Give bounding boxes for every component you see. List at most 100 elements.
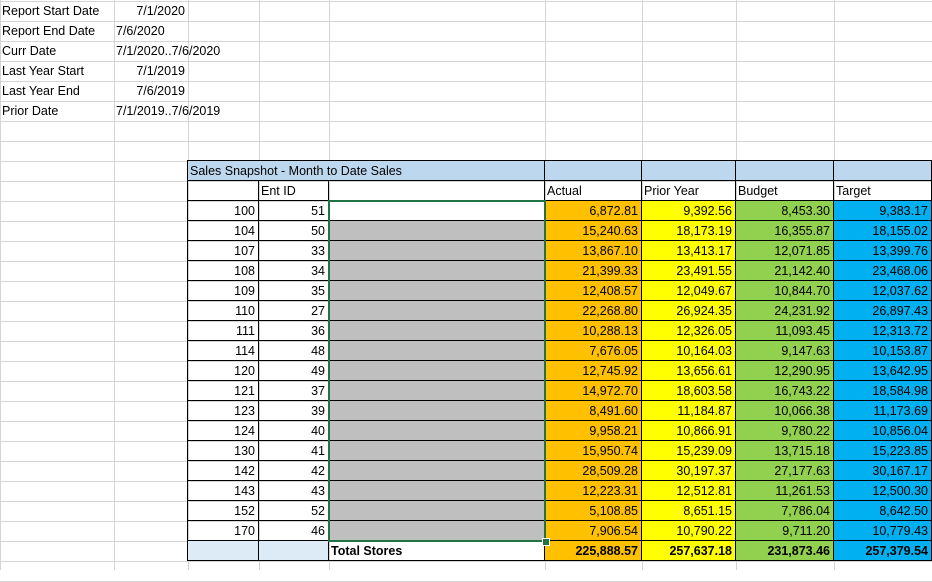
prior-year-value[interactable]: 18,173.19	[642, 221, 736, 241]
store-number[interactable]: 111	[188, 321, 259, 341]
header-prior-year[interactable]: Prior Year	[642, 181, 736, 201]
ent-id[interactable]: 49	[259, 361, 329, 381]
total-prior-year[interactable]: 257,637.18	[642, 541, 736, 561]
budget-value[interactable]: 9,147.63	[736, 341, 834, 361]
budget-value[interactable]: 21,142.40	[736, 261, 834, 281]
actual-value[interactable]: 15,240.63	[545, 221, 642, 241]
ent-id[interactable]: 40	[259, 421, 329, 441]
header-actual[interactable]: Actual	[545, 181, 642, 201]
total-actual[interactable]: 225,888.57	[545, 541, 642, 561]
actual-value[interactable]: 10,288.13	[545, 321, 642, 341]
target-value[interactable]: 23,468.06	[834, 261, 932, 281]
param-value[interactable]: 7/1/2019	[114, 61, 188, 81]
ent-id[interactable]: 41	[259, 441, 329, 461]
actual-value[interactable]: 8,491.60	[545, 401, 642, 421]
target-value[interactable]: 9,383.17	[834, 201, 932, 221]
store-number[interactable]: 170	[188, 521, 259, 541]
prior-year-value[interactable]: 12,326.05	[642, 321, 736, 341]
header-blank[interactable]	[329, 181, 545, 201]
store-number[interactable]: 114	[188, 341, 259, 361]
target-value[interactable]: 13,642.95	[834, 361, 932, 381]
actual-value[interactable]: 6,872.81	[545, 201, 642, 221]
target-value[interactable]: 18,155.02	[834, 221, 932, 241]
budget-value[interactable]: 11,261.53	[736, 481, 834, 501]
actual-value[interactable]: 12,408.57	[545, 281, 642, 301]
prior-year-value[interactable]: 30,197.37	[642, 461, 736, 481]
target-value[interactable]: 11,173.69	[834, 401, 932, 421]
target-value[interactable]: 12,037.62	[834, 281, 932, 301]
target-value[interactable]: 10,153.87	[834, 341, 932, 361]
ent-id[interactable]: 39	[259, 401, 329, 421]
prior-year-value[interactable]: 12,049.67	[642, 281, 736, 301]
target-value[interactable]: 15,223.85	[834, 441, 932, 461]
budget-value[interactable]: 7,786.04	[736, 501, 834, 521]
prior-year-value[interactable]: 8,651.15	[642, 501, 736, 521]
budget-value[interactable]: 24,231.92	[736, 301, 834, 321]
prior-year-value[interactable]: 15,239.09	[642, 441, 736, 461]
totals-ent[interactable]	[259, 541, 329, 561]
target-value[interactable]: 10,856.04	[834, 421, 932, 441]
actual-value[interactable]: 14,972.70	[545, 381, 642, 401]
store-number[interactable]: 130	[188, 441, 259, 461]
header-store[interactable]	[188, 181, 259, 201]
total-budget[interactable]: 231,873.46	[736, 541, 834, 561]
header-ent-id[interactable]: Ent ID	[259, 181, 329, 201]
totals-store[interactable]	[188, 541, 259, 561]
target-value[interactable]: 13,399.76	[834, 241, 932, 261]
ent-id[interactable]: 33	[259, 241, 329, 261]
budget-value[interactable]: 13,715.18	[736, 441, 834, 461]
param-value[interactable]: 7/6/2019	[114, 81, 188, 101]
prior-year-value[interactable]: 9,392.56	[642, 201, 736, 221]
totals-label[interactable]: Total Stores	[329, 541, 545, 561]
store-number[interactable]: 152	[188, 501, 259, 521]
store-number[interactable]: 110	[188, 301, 259, 321]
ent-id[interactable]: 51	[259, 201, 329, 221]
header-target[interactable]: Target	[834, 181, 932, 201]
target-value[interactable]: 12,500.30	[834, 481, 932, 501]
store-number[interactable]: 120	[188, 361, 259, 381]
prior-year-value[interactable]: 10,164.03	[642, 341, 736, 361]
budget-value[interactable]: 10,066.38	[736, 401, 834, 421]
header-budget[interactable]: Budget	[736, 181, 834, 201]
table-title-fill[interactable]	[834, 161, 932, 181]
budget-value[interactable]: 12,290.95	[736, 361, 834, 381]
prior-year-value[interactable]: 12,512.81	[642, 481, 736, 501]
store-number[interactable]: 100	[188, 201, 259, 221]
prior-year-value[interactable]: 18,603.58	[642, 381, 736, 401]
budget-value[interactable]: 16,355.87	[736, 221, 834, 241]
actual-value[interactable]: 22,268.80	[545, 301, 642, 321]
param-value[interactable]: 7/6/2020	[114, 21, 274, 41]
param-label[interactable]: Report Start Date	[0, 1, 114, 21]
budget-value[interactable]: 8,453.30	[736, 201, 834, 221]
selection-range[interactable]	[328, 200, 546, 542]
ent-id[interactable]: 27	[259, 301, 329, 321]
budget-value[interactable]: 11,093.45	[736, 321, 834, 341]
actual-value[interactable]: 21,399.33	[545, 261, 642, 281]
store-number[interactable]: 109	[188, 281, 259, 301]
actual-value[interactable]: 12,745.92	[545, 361, 642, 381]
actual-value[interactable]: 7,676.05	[545, 341, 642, 361]
budget-value[interactable]: 10,844.70	[736, 281, 834, 301]
store-number[interactable]: 121	[188, 381, 259, 401]
store-number[interactable]: 143	[188, 481, 259, 501]
prior-year-value[interactable]: 13,413.17	[642, 241, 736, 261]
budget-value[interactable]: 9,780.22	[736, 421, 834, 441]
store-number[interactable]: 107	[188, 241, 259, 261]
target-value[interactable]: 26,897.43	[834, 301, 932, 321]
prior-year-value[interactable]: 23,491.55	[642, 261, 736, 281]
prior-year-value[interactable]: 10,866.91	[642, 421, 736, 441]
prior-year-value[interactable]: 11,184.87	[642, 401, 736, 421]
actual-value[interactable]: 12,223.31	[545, 481, 642, 501]
ent-id[interactable]: 36	[259, 321, 329, 341]
prior-year-value[interactable]: 13,656.61	[642, 361, 736, 381]
table-title-fill[interactable]	[736, 161, 834, 181]
store-number[interactable]: 142	[188, 461, 259, 481]
table-title-fill[interactable]	[642, 161, 736, 181]
ent-id[interactable]: 50	[259, 221, 329, 241]
ent-id[interactable]: 46	[259, 521, 329, 541]
target-value[interactable]: 8,642.50	[834, 501, 932, 521]
param-value[interactable]: 7/1/2020..7/6/2020	[114, 41, 274, 61]
ent-id[interactable]: 35	[259, 281, 329, 301]
prior-year-value[interactable]: 26,924.35	[642, 301, 736, 321]
target-value[interactable]: 30,167.17	[834, 461, 932, 481]
